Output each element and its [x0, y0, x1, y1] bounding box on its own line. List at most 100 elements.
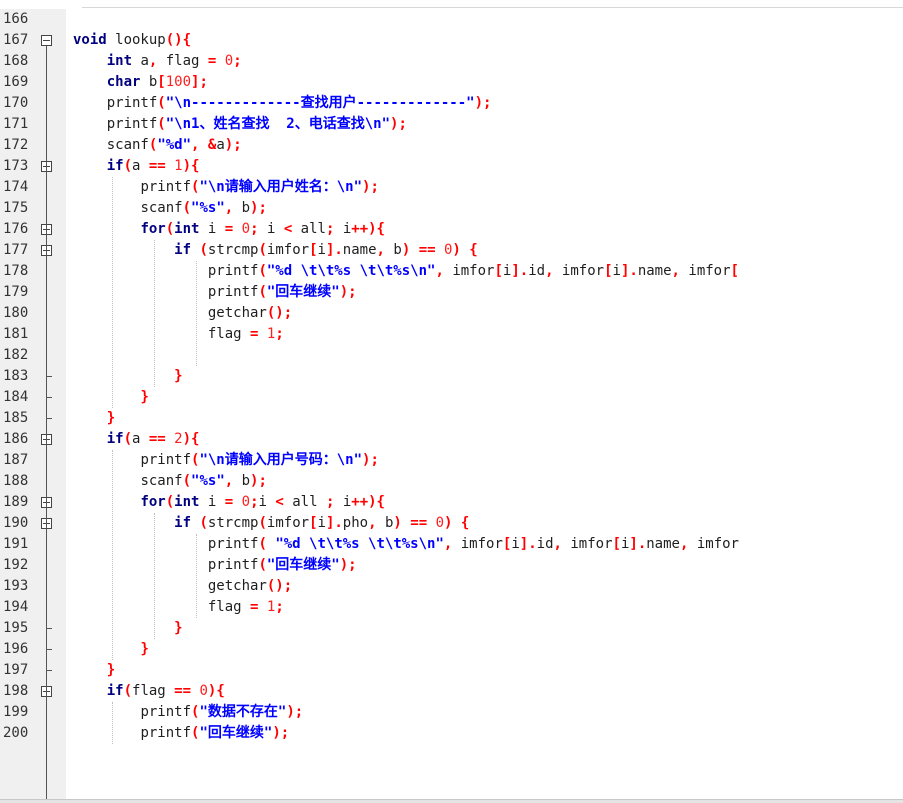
- code-token: [: [157, 74, 166, 90]
- code-line[interactable]: 184 }: [0, 387, 903, 408]
- fold-toggle-icon[interactable]: [41, 35, 52, 46]
- code-token: i: [334, 221, 352, 237]
- code-line[interactable]: 172 scanf("%d", &a);: [0, 135, 903, 156]
- code-line[interactable]: 177 if (strcmp(imfor[i].name, b) == 0) {: [0, 240, 903, 261]
- code-line[interactable]: 187 printf("\n请输入用户号码：\n");: [0, 450, 903, 471]
- code-line[interactable]: 198 if(flag == 0){: [0, 681, 903, 702]
- line-number: 188: [3, 473, 29, 489]
- code-token: ++){: [351, 221, 385, 237]
- code-line[interactable]: 169 char b[100];: [0, 72, 903, 93]
- code-line[interactable]: 170 printf("\n-------------查找用户---------…: [0, 93, 903, 114]
- code-token: i: [199, 494, 225, 510]
- line-number: 177: [3, 242, 29, 258]
- code-token: (: [165, 221, 175, 237]
- code-token: );: [224, 137, 242, 153]
- line-number: 181: [3, 326, 29, 342]
- code-token: printf: [140, 704, 192, 720]
- code-line[interactable]: 168 int a, flag = 0;: [0, 51, 903, 72]
- code-line[interactable]: 189 for(int i = 0;i < all ; i++){: [0, 492, 903, 513]
- line-number: 194: [3, 599, 29, 615]
- line-number: 184: [3, 389, 29, 405]
- code-line[interactable]: 188 scanf("%s", b);: [0, 471, 903, 492]
- line-number: 191: [3, 536, 29, 552]
- code-token: (: [258, 263, 267, 279]
- code-line[interactable]: 180 getchar();: [0, 303, 903, 324]
- code-line[interactable]: 167 void lookup(){: [0, 30, 903, 51]
- code-token: );: [362, 179, 379, 195]
- code-token: 1: [174, 158, 183, 174]
- code-token: ;: [250, 494, 259, 510]
- code-token: {: [460, 515, 470, 531]
- code-token: ): [452, 242, 461, 258]
- code-line[interactable]: 186 if(a == 2){: [0, 429, 903, 450]
- code-token: );: [339, 284, 357, 300]
- code-token: a: [132, 431, 149, 447]
- code-line[interactable]: 179 printf("回车继续");: [0, 282, 903, 303]
- code-line[interactable]: 193 getchar();: [0, 576, 903, 597]
- code-token: printf: [207, 557, 259, 573]
- code-line[interactable]: 194 flag = 1;: [0, 597, 903, 618]
- code-token: "回车继续": [266, 284, 340, 300]
- code-token: printf: [140, 179, 192, 195]
- fold-end-marker: [46, 418, 52, 419]
- code-text: }: [73, 366, 182, 387]
- code-token: (: [123, 431, 133, 447]
- indent-guide: [196, 261, 197, 366]
- code-token: b: [376, 515, 394, 531]
- code-line[interactable]: 178 printf("%d \t\t%s \t\t%s\n", imfor[i…: [0, 261, 903, 282]
- code-line[interactable]: 181 flag = 1;: [0, 324, 903, 345]
- line-number: 166: [3, 11, 29, 27]
- code-token: 0: [241, 221, 251, 237]
- code-line[interactable]: 192 printf("回车继续");: [0, 555, 903, 576]
- code-line[interactable]: 195 }: [0, 618, 903, 639]
- code-token: 100: [165, 74, 192, 90]
- code-token: strcmp: [207, 515, 259, 531]
- code-line[interactable]: 191 printf( "%d \t\t%s \t\t%s\n", imfor[…: [0, 534, 903, 555]
- code-token: }: [140, 389, 149, 405]
- code-token: ,: [224, 200, 234, 216]
- code-token: pho: [342, 515, 369, 531]
- code-line[interactable]: 176 for(int i = 0; i < all; i++){: [0, 219, 903, 240]
- code-line[interactable]: 171 printf("\n1、姓名查找 2、电话查找\n");: [0, 114, 903, 135]
- code-token: [: [612, 536, 621, 552]
- code-line[interactable]: 199 printf("数据不存在");: [0, 702, 903, 723]
- code-token: <: [275, 494, 284, 510]
- code-token: 0: [241, 494, 251, 510]
- code-line[interactable]: 185 }: [0, 408, 903, 429]
- code-line[interactable]: 175 scanf("%s", b);: [0, 198, 903, 219]
- code-line[interactable]: 166: [0, 9, 903, 30]
- code-token: imfor: [561, 536, 613, 552]
- code-line[interactable]: 182: [0, 345, 903, 366]
- code-token: ): [393, 515, 402, 531]
- code-editor[interactable]: 166 167 void lookup(){168 int a, flag = 0;…: [0, 0, 903, 803]
- code-line[interactable]: 196 }: [0, 639, 903, 660]
- code-token: ;: [275, 599, 284, 615]
- code-line[interactable]: 174 printf("\n请输入用户姓名：\n");: [0, 177, 903, 198]
- code-line[interactable]: 173 if(a == 1){: [0, 156, 903, 177]
- code-text: char b[100];: [73, 72, 208, 93]
- indent-guide: [112, 450, 113, 660]
- indent-guide: [154, 240, 155, 387]
- code-line[interactable]: 200 printf("回车继续");: [0, 723, 903, 744]
- code-token: strcmp: [207, 242, 259, 258]
- code-text: printf("回车继续");: [73, 282, 357, 303]
- indent-guide: [112, 702, 113, 744]
- code-token: scanf: [140, 473, 183, 489]
- code-token: (: [199, 242, 208, 258]
- code-token: int: [106, 53, 133, 69]
- code-line[interactable]: 190 if (strcmp(imfor[i].pho, b) == 0) {: [0, 513, 903, 534]
- code-text: printf("\n-------------查找用户-------------…: [73, 93, 492, 114]
- code-line[interactable]: 183 }: [0, 366, 903, 387]
- code-line[interactable]: 197 }: [0, 660, 903, 681]
- code-text: }: [73, 387, 149, 408]
- code-token: ==: [410, 515, 428, 531]
- line-number: 196: [3, 641, 29, 657]
- code-token: ();: [266, 578, 293, 594]
